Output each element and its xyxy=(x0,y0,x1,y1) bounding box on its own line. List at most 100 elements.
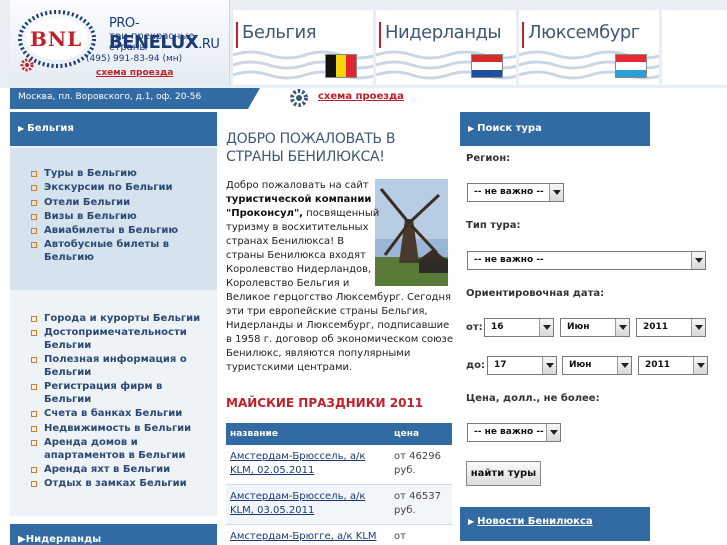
sidebar-item-useful-info[interactable]: Полезная информация о Бельгии xyxy=(31,354,211,379)
find-tours-button[interactable]: найти туры xyxy=(466,461,541,486)
to-month-value: Июн xyxy=(569,360,592,370)
header-spacer xyxy=(662,10,727,85)
sidebar-item-bank-accounts[interactable]: Счета в банках Бельгии xyxy=(31,408,211,421)
chevron-down-icon xyxy=(539,319,553,336)
sidebar-item-visas[interactable]: Визы в Бельгию xyxy=(31,211,211,224)
to-month-select[interactable]: Июн xyxy=(562,356,632,375)
chevron-down-icon xyxy=(615,319,629,336)
date-to-label: до: xyxy=(466,360,485,371)
chevron-down-icon xyxy=(542,357,556,374)
logo-directions-link[interactable]: схема проезда xyxy=(96,68,173,78)
table-row: Амстердам-Брюгге, а/к KLM от xyxy=(226,524,452,545)
from-month-select[interactable]: Июн xyxy=(560,318,630,337)
tab-belgium[interactable]: Бельгия xyxy=(233,10,373,85)
price-select-value: -- не важно -- xyxy=(474,427,544,437)
sidebar-menu-secondary: Города и курорты Бельгии Достопримечател… xyxy=(31,313,211,492)
slogan: три прекрасные страны xyxy=(109,31,195,53)
tour-link[interactable]: Амстердам-Брюссель, а/к KLM, 02.05.2011 xyxy=(230,451,365,476)
sidebar-footer-label: Нидерланды xyxy=(25,534,102,545)
tab-belgium-label: Бельгия xyxy=(242,22,317,43)
chevron-down-icon xyxy=(691,252,705,269)
tour-type-label: Тип тура: xyxy=(466,220,521,231)
tab-accent-bar xyxy=(379,22,381,48)
page-title: ДОБРО ПОЖАЛОВАТЬ В СТРАНЫ БЕНИЛЮКСА! xyxy=(226,131,396,165)
tab-netherlands[interactable]: Нидерланды xyxy=(376,10,516,85)
chevron-down-icon xyxy=(691,319,705,336)
region-select[interactable]: -- не важно -- xyxy=(467,183,564,202)
to-year-value: 2011 xyxy=(645,360,671,370)
gear-icon xyxy=(20,58,34,72)
tab-luxembourg-label: Люксембург xyxy=(528,22,640,43)
date-from-label: от: xyxy=(466,322,483,333)
tour-type-select-value: -- не важно -- xyxy=(474,255,544,265)
sidebar-item-bus-tickets[interactable]: Автобусные билеты в Бельгию xyxy=(31,239,211,264)
site-header: BNL PRO-BENELUX.RU три прекрасные страны… xyxy=(0,0,727,88)
table-header-row: название цена xyxy=(226,423,452,445)
column-header-price: цена xyxy=(390,423,452,445)
arrow-right-icon: ▶ xyxy=(18,534,26,545)
tour-price: от 46296 руб. xyxy=(390,445,452,485)
sidebar-item-company-registration[interactable]: Регистрация фирм в Бельгии xyxy=(31,381,211,406)
chevron-down-icon xyxy=(617,357,631,374)
sidebar-item-real-estate[interactable]: Недвижимость в Бельгии xyxy=(31,423,211,436)
to-day-select[interactable]: 17 xyxy=(487,356,557,375)
tour-price: от xyxy=(390,524,452,545)
gear-icon xyxy=(290,89,308,107)
from-year-select[interactable]: 2011 xyxy=(636,318,706,337)
tab-accent-bar xyxy=(522,22,524,48)
table-row: Амстердам-Брюссель, а/к KLM, 03.05.2011 … xyxy=(226,484,452,525)
search-header-label: Поиск тура xyxy=(477,123,542,134)
table-row: Амстердам-Брюссель, а/к KLM, 02.05.2011 … xyxy=(226,445,452,485)
chevron-down-icon xyxy=(546,424,560,441)
sidebar-item-excursions[interactable]: Экскурсии по Бельгии xyxy=(31,182,211,195)
phone-number: (495) 991-83-94 (мн) xyxy=(86,54,183,64)
from-day-value: 16 xyxy=(491,322,504,332)
news-header[interactable]: ▶ Новости Бенилюкса xyxy=(460,507,650,541)
region-label: Регион: xyxy=(466,153,511,164)
sidebar-header-belgium[interactable]: ▶ Бельгия xyxy=(10,112,217,146)
site-name-prefix: PRO- xyxy=(109,16,140,31)
tours-table: название цена Амстердам-Брюссель, а/к KL… xyxy=(226,423,452,545)
logo-block[interactable]: BNL PRO-BENELUX.RU три прекрасные страны… xyxy=(10,0,230,85)
tab-luxembourg[interactable]: Люксембург xyxy=(519,10,659,85)
sidebar-item-sights[interactable]: Достопримечательности Бельгии xyxy=(31,327,211,352)
arrow-right-icon: ▶ xyxy=(468,124,475,133)
sidebar-item-air-tickets[interactable]: Авиабилеты в Бельгию xyxy=(31,225,211,238)
from-year-value: 2011 xyxy=(643,322,669,332)
news-header-label[interactable]: Новости Бенилюкса xyxy=(477,516,592,527)
may-holidays-title: МАЙСКИЕ ПРАЗДНИКИ 2011 xyxy=(226,396,424,410)
arrow-right-icon: ▶ xyxy=(468,517,475,526)
region-select-value: -- не важно -- xyxy=(474,187,544,197)
to-day-value: 17 xyxy=(494,360,507,370)
sidebar-menu-primary: Туры в Бельгию Экскурсии по Бельгии Отел… xyxy=(31,168,211,266)
directions-link[interactable]: схема проезда xyxy=(318,91,404,102)
chevron-down-icon xyxy=(693,357,707,374)
arrow-right-icon: ▶ xyxy=(18,124,25,133)
from-month-value: Июн xyxy=(567,322,590,332)
office-address: Москва, пл. Воровского, д.1, оф. 20-56 xyxy=(18,92,202,102)
price-select[interactable]: -- не важно -- xyxy=(467,423,561,442)
tour-link[interactable]: Амстердам-Брюгге, а/к KLM xyxy=(230,531,377,542)
sidebar-item-tours[interactable]: Туры в Бельгию xyxy=(31,168,211,181)
column-header-name: название xyxy=(226,423,390,445)
luxembourg-flag-icon xyxy=(615,54,647,78)
tab-accent-bar xyxy=(236,22,238,48)
tour-type-select[interactable]: -- не важно -- xyxy=(467,251,706,270)
netherlands-flag-icon xyxy=(471,54,503,78)
sidebar-header-label: Бельгия xyxy=(27,123,74,134)
search-panel-header: ▶ Поиск тура xyxy=(460,112,650,146)
tour-link[interactable]: Амстердам-Брюссель, а/к KLM, 03.05.2011 xyxy=(230,491,365,516)
price-label: Цена, долл., не более: xyxy=(466,393,600,404)
intro-text: Добро пожаловать на сайт туристической к… xyxy=(226,179,456,375)
from-day-select[interactable]: 16 xyxy=(484,318,554,337)
sidebar-item-rent-houses[interactable]: Аренда домов и апартаментов в Бельгии xyxy=(31,437,211,462)
sidebar-item-castles[interactable]: Отдых в замках Бельгии xyxy=(31,478,211,491)
to-year-select[interactable]: 2011 xyxy=(638,356,708,375)
sidebar-header-netherlands[interactable]: ▶Нидерланды xyxy=(10,524,217,545)
chevron-down-icon xyxy=(549,184,563,201)
sidebar-item-hotels[interactable]: Отели Бельгии xyxy=(31,197,211,210)
sidebar-item-rent-yachts[interactable]: Аренда яхт в Бельгии xyxy=(31,464,211,477)
tour-price: от 46537 руб. xyxy=(390,484,452,525)
sidebar-item-cities[interactable]: Города и курорты Бельгии xyxy=(31,313,211,326)
tab-netherlands-label: Нидерланды xyxy=(385,22,502,43)
